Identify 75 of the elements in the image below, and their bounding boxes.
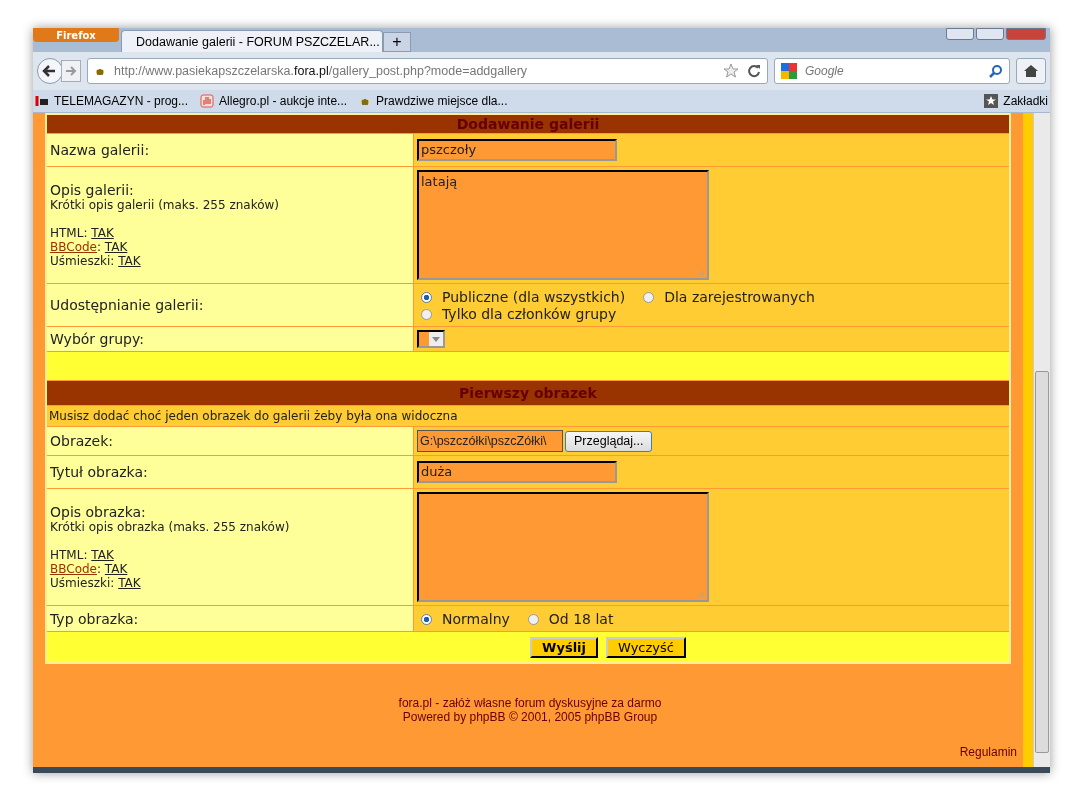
bookmark-item[interactable]: Allegro.pl - aukcje inte...	[200, 94, 348, 108]
colon-text: :	[83, 226, 88, 240]
radio-button[interactable]	[421, 292, 432, 303]
bookmarks-menu[interactable]: Zakładki	[984, 94, 1048, 108]
home-icon	[1023, 64, 1039, 78]
field-label: Tytuł obrazka:	[50, 464, 148, 480]
reload-icon[interactable]	[747, 64, 761, 78]
rules-link[interactable]: Regulamin	[959, 745, 1017, 759]
help-link[interactable]: TAK	[91, 226, 114, 240]
form-button[interactable]: Wyślij	[530, 636, 598, 658]
textarea-field[interactable]: latają	[417, 170, 709, 280]
search-icon[interactable]	[989, 64, 1003, 78]
resize-grip-icon[interactable]	[697, 268, 705, 276]
footer-text: fora.pl - załóż własne forum dyskusyjne za darmo	[397, 696, 663, 710]
radio-label: Dla zarejestrowanych	[664, 289, 815, 305]
footer-text: Powered by phpBB © 2001, 2005 phpBB Group	[401, 710, 659, 724]
radio-button[interactable]	[421, 309, 432, 320]
star-icon[interactable]	[723, 63, 739, 79]
field-label: Opis galerii:	[50, 182, 135, 198]
resize-grip-icon[interactable]	[697, 590, 705, 598]
help-link[interactable]: TAK	[104, 562, 128, 576]
address-bar[interactable]: http://www.pasiekapszczelarska.fora.pl/gallery_post.php?mode=addgallery	[87, 58, 768, 84]
restore-button[interactable]	[976, 28, 1004, 40]
field-label: Nazwa galerii:	[50, 142, 150, 158]
url-text: http://www.pasiekapszczelarska.fora.pl/gallery_post.php?mode=addgallery	[114, 64, 529, 78]
back-button[interactable]	[37, 58, 63, 84]
dropdown-arrow-icon	[432, 336, 440, 342]
tab-title: Dodawanie galerii - FORUM PSZCZELAR...	[136, 34, 380, 49]
star-icon	[984, 94, 999, 108]
text-field[interactable]: pszczoły	[417, 139, 617, 161]
field-hint: Krótki opis galerii (maks. 255 znaków)	[50, 198, 281, 212]
field-label: Udostępnianie galerii:	[50, 297, 204, 313]
radio-label: Normalny	[442, 611, 510, 627]
new-tab-button[interactable]: +	[383, 32, 411, 52]
colon-text: :	[83, 548, 88, 562]
minimize-button[interactable]	[946, 28, 974, 40]
group-dropdown[interactable]	[417, 330, 445, 348]
radio-label: Publiczne (dla wszystkich)	[442, 289, 626, 305]
field-label: Wybór grupy:	[50, 331, 144, 347]
text-field[interactable]: duża	[417, 461, 617, 483]
field-label: Opis obrazka:	[50, 504, 147, 520]
search-field[interactable]: Google	[774, 58, 1010, 84]
radio-label: Od 18 lat	[548, 611, 614, 627]
google-logo-icon	[781, 63, 797, 79]
colon-text: :	[110, 254, 115, 268]
radio-button[interactable]	[643, 292, 655, 303]
colon-text: :	[110, 576, 115, 590]
bookmark-item[interactable]: TELEMAGAZYN - prog...	[35, 94, 189, 108]
bbcode-link[interactable]: BBCode	[50, 240, 97, 254]
browser-tab[interactable]: Dodawanie galerii - FORUM PSZCZELAR...	[121, 30, 383, 52]
form-button[interactable]: Wyczyść	[606, 636, 686, 658]
browse-button[interactable]: Przeglądaj...	[565, 430, 653, 452]
colon-text: :	[97, 562, 102, 576]
field-hint: Krótki opis obrazka (maks. 255 znaków)	[50, 520, 291, 534]
help-link[interactable]: TAK	[118, 576, 141, 590]
bookmark-item[interactable]: Prawdziwe miejsce dla...	[359, 94, 508, 108]
hand-icon	[200, 94, 215, 108]
scrollbar[interactable]	[1033, 113, 1050, 767]
colon-text: :	[97, 240, 102, 254]
scrollbar-thumb[interactable]	[1035, 371, 1049, 753]
textarea-field[interactable]	[417, 492, 709, 602]
radio-button[interactable]	[421, 614, 432, 625]
tm-logo-icon	[35, 94, 49, 108]
help-link[interactable]: TAK	[118, 254, 141, 268]
radio-label: Tylko dla członków grupy	[442, 306, 617, 322]
field-label: Typ obrazka:	[50, 610, 139, 627]
forward-arrow-icon	[64, 64, 78, 78]
bbcode-link[interactable]: BBCode	[50, 562, 97, 576]
field-label: Obrazek:	[50, 433, 114, 449]
help-link[interactable]: TAK	[104, 240, 128, 254]
file-path-field[interactable]: G:\pszczółki\pszcZółki\	[417, 430, 563, 452]
help-link[interactable]: TAK	[91, 548, 114, 562]
info-note: Musisz dodać choć jeden obrazek do galerii żeby była ona widoczna	[46, 405, 1010, 427]
radio-button[interactable]	[527, 614, 539, 625]
home-button[interactable]	[1016, 58, 1046, 84]
